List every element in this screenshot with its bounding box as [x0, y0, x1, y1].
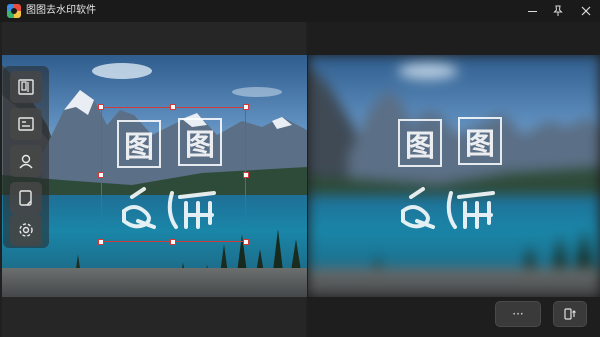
shore [2, 267, 307, 297]
gear-icon [19, 223, 33, 237]
close-button[interactable] [572, 0, 600, 22]
more-icon: ··· [512, 307, 524, 321]
app-window: 图图去水印软件 图 图 图 图 ··· [0, 0, 600, 337]
person-icon [19, 154, 33, 169]
close-icon [581, 6, 591, 16]
preview-scene [308, 55, 600, 297]
title-bar: 图图去水印软件 [0, 0, 600, 22]
app-logo-icon [7, 4, 21, 18]
resize-handle-bl[interactable] [98, 239, 104, 245]
shore [308, 267, 600, 297]
pin-icon [553, 5, 563, 16]
watermark-char: 图 [465, 127, 495, 162]
resize-handle-br[interactable] [243, 239, 249, 245]
portrait-tool[interactable] [10, 145, 42, 177]
window-title: 图图去水印软件 [26, 5, 96, 16]
resize-handle-tr[interactable] [243, 104, 249, 110]
resize-handle-tl[interactable] [98, 104, 104, 110]
watermark-selection-box[interactable] [98, 104, 249, 245]
resize-handle-ml[interactable] [98, 172, 104, 178]
more-options-button[interactable]: ··· [495, 301, 541, 327]
watermark-char-box: 图 [458, 117, 502, 165]
image-book-icon [18, 79, 34, 95]
preview-image[interactable]: 图 图 [308, 55, 600, 297]
pin-button[interactable] [544, 0, 572, 22]
remove-watermark-tool[interactable] [10, 108, 42, 140]
minimize-button[interactable] [518, 0, 546, 22]
tool-sidebar [3, 66, 49, 248]
export-icon [564, 308, 576, 320]
watermark-scribble [401, 187, 495, 229]
watermark-char: 图 [405, 129, 435, 164]
open-image-tool[interactable] [10, 71, 42, 103]
crop-icon [19, 190, 32, 206]
watermark-char-box: 图 [398, 119, 442, 167]
resize-handle-bm[interactable] [170, 239, 176, 245]
settings-tool[interactable] [10, 214, 42, 246]
minimize-icon [527, 10, 537, 12]
resize-handle-mr[interactable] [243, 172, 249, 178]
frame-icon [18, 117, 34, 131]
resize-handle-tm[interactable] [170, 104, 176, 110]
crop-tool[interactable] [10, 182, 42, 214]
export-button[interactable] [553, 301, 587, 327]
